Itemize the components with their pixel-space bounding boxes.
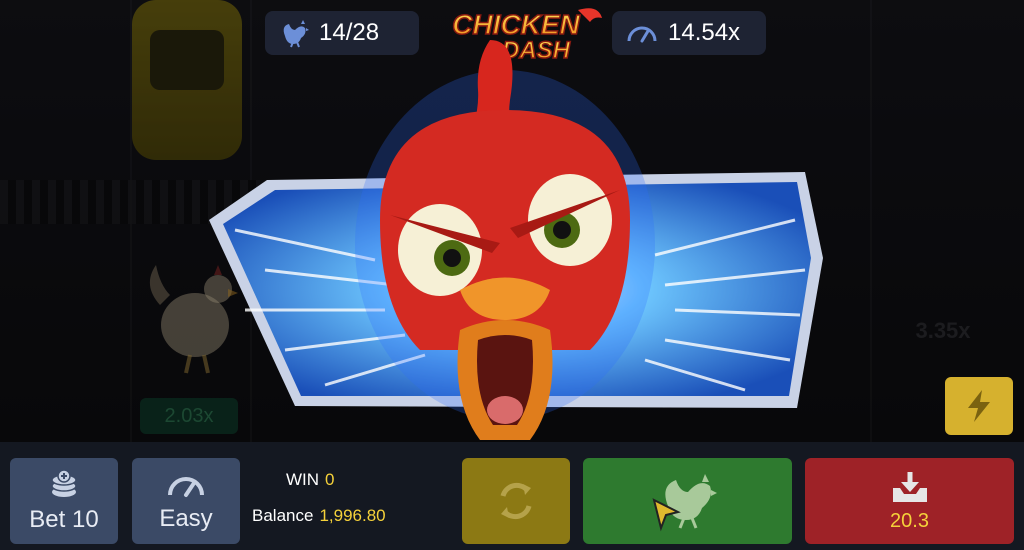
lightning-icon — [968, 390, 990, 422]
bet-label: Bet 10 — [29, 506, 99, 533]
bet-button[interactable]: Bet 10 — [10, 458, 118, 544]
difficulty-label: Easy — [159, 505, 213, 532]
go-button[interactable] — [583, 458, 792, 544]
cashout-amount: 20.3 — [890, 509, 929, 532]
speedometer-icon — [168, 477, 204, 497]
turbo-button[interactable] — [945, 377, 1013, 435]
win-balance-panel: WIN 0 Balance 1,996.80 — [252, 462, 452, 534]
pointer-cursor-icon — [652, 498, 681, 532]
balance-value: 1,996.80 — [319, 506, 386, 525]
rooster-icon — [283, 20, 309, 48]
refresh-icon — [500, 482, 532, 520]
svg-text:CHICKEN: CHICKEN — [452, 9, 580, 40]
multiplier-value: 14.54x — [668, 19, 741, 46]
difficulty-button[interactable]: Easy — [132, 458, 240, 544]
win-value: 0 — [325, 470, 335, 489]
coin-stack-icon — [51, 469, 77, 497]
download-tray-icon — [892, 471, 927, 502]
angry-rooster-image — [355, 40, 655, 440]
balance-row: Balance 1,996.80 — [252, 498, 452, 534]
balance-label: Balance — [252, 506, 314, 525]
cashout-button[interactable]: 20.3 — [805, 458, 1014, 544]
autoplay-button[interactable] — [462, 458, 570, 544]
win-label: WIN — [286, 470, 320, 489]
win-row: WIN 0 — [252, 462, 452, 498]
